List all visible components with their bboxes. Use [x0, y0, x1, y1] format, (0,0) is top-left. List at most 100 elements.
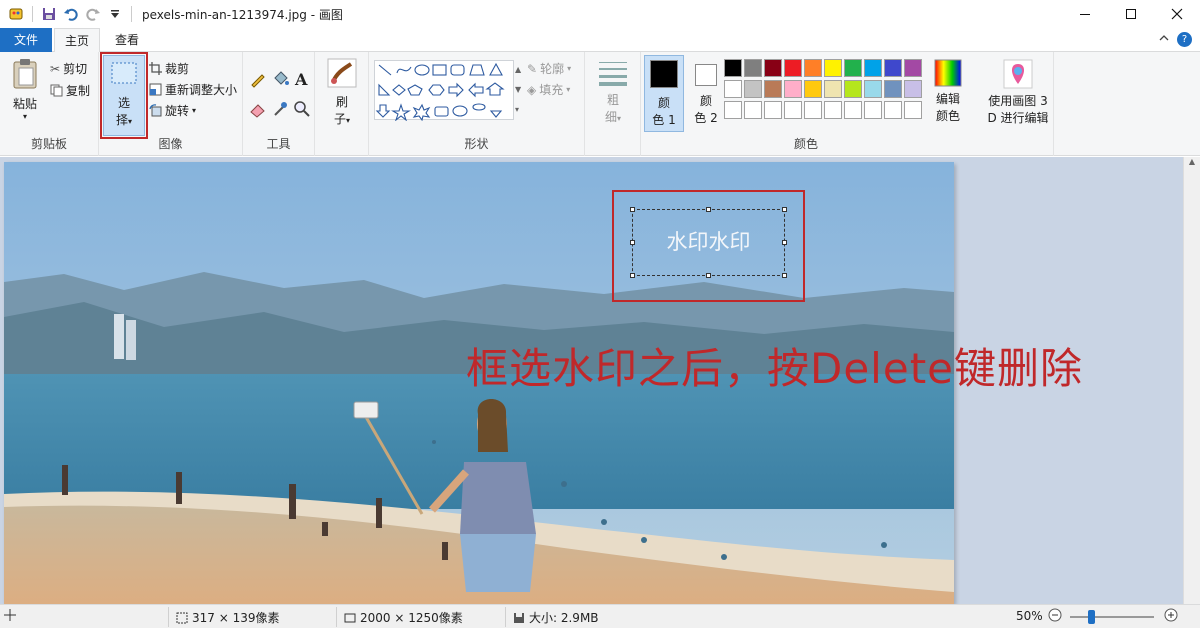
selection-handle[interactable]: [782, 240, 787, 245]
shapes-scroll[interactable]: ▲ ▼ ▾: [515, 60, 521, 120]
palette-swatch[interactable]: [724, 80, 742, 98]
cursor-position-icon: [4, 609, 16, 621]
fill-button[interactable]: ◈ 填充 ▾: [527, 81, 570, 98]
palette-swatch[interactable]: [904, 101, 922, 119]
text-tool-icon[interactable]: A: [295, 70, 307, 89]
close-icon[interactable]: [1154, 0, 1200, 28]
palette-swatch[interactable]: [904, 59, 922, 77]
magnifier-icon[interactable]: [293, 100, 311, 121]
palette-swatch[interactable]: [744, 101, 762, 119]
collapse-ribbon-icon[interactable]: [1158, 32, 1170, 47]
color-picker-icon[interactable]: [271, 100, 289, 121]
palette-swatch[interactable]: [764, 101, 782, 119]
selection-rectangle[interactable]: [632, 209, 785, 276]
chevron-down-icon: ▾: [22, 112, 27, 121]
palette-swatch[interactable]: [824, 101, 842, 119]
palette-swatch[interactable]: [884, 80, 902, 98]
scroll-up-icon[interactable]: ▲: [1184, 157, 1200, 166]
window-controls: [1062, 0, 1200, 28]
color1-button[interactable]: 颜 色 1: [644, 55, 684, 132]
chevron-down-icon: ▾: [128, 117, 133, 126]
color1-swatch: [650, 60, 678, 88]
brushes-label-row: 子▾: [325, 110, 359, 127]
crop-button[interactable]: 裁剪: [149, 60, 189, 77]
ribbon: 粘贴 ▾ ✂ 剪切 复制 剪贴板 选 择▾ 裁剪 重新调整大小 旋转 ▾ 图像 …: [0, 52, 1200, 156]
palette-swatch[interactable]: [804, 101, 822, 119]
palette-swatch[interactable]: [724, 59, 742, 77]
zoom-slider[interactable]: [1070, 616, 1154, 618]
resize-icon: [149, 83, 162, 96]
title-bar: pexels-min-an-1213974.jpg - 画图: [0, 0, 1200, 28]
image-group: 选 择▾ 裁剪 重新调整大小 旋转 ▾ 图像: [99, 52, 243, 156]
selection-handle[interactable]: [706, 273, 711, 278]
zoom-slider-thumb[interactable]: [1088, 610, 1095, 624]
resize-button[interactable]: 重新调整大小: [149, 81, 237, 98]
brushes-button[interactable]: 刷 子▾: [325, 58, 359, 127]
copy-button[interactable]: 复制: [50, 82, 90, 99]
palette-swatch[interactable]: [864, 80, 882, 98]
outline-button[interactable]: ✎ 轮廓 ▾: [527, 60, 571, 77]
selection-handle[interactable]: [630, 240, 635, 245]
palette-swatch[interactable]: [804, 59, 822, 77]
pencil-icon[interactable]: [249, 70, 267, 91]
zoom-in-icon[interactable]: [1164, 608, 1178, 622]
resize-label: 重新调整大小: [165, 83, 238, 97]
paint3d-button[interactable]: 使用画图 3 D 进行编辑: [981, 59, 1055, 126]
selection-handle[interactable]: [630, 207, 635, 212]
palette-swatch[interactable]: [864, 59, 882, 77]
select-rectangle-icon: [111, 62, 137, 84]
color2-button[interactable]: 颜 色 2: [686, 55, 726, 132]
palette-swatch[interactable]: [744, 80, 762, 98]
selection-handle[interactable]: [630, 273, 635, 278]
redo-icon[interactable]: [83, 4, 103, 24]
edit-colors-button[interactable]: 编辑 颜色: [931, 59, 965, 124]
window-title: pexels-min-an-1213974.jpg - 画图: [142, 7, 343, 22]
selection-handle[interactable]: [782, 273, 787, 278]
select-button[interactable]: 选 择▾: [103, 55, 145, 136]
size-button[interactable]: 粗 细▾: [595, 58, 631, 125]
palette-swatch[interactable]: [844, 59, 862, 77]
palette-swatch[interactable]: [904, 80, 922, 98]
selection-handle[interactable]: [782, 207, 787, 212]
palette-swatch[interactable]: [824, 59, 842, 77]
fill-bucket-icon[interactable]: [271, 70, 289, 91]
shapes-gallery[interactable]: [374, 60, 514, 122]
rotate-button[interactable]: 旋转 ▾: [149, 102, 196, 119]
palette-swatch[interactable]: [804, 80, 822, 98]
minimize-icon[interactable]: [1062, 0, 1108, 28]
palette-swatch[interactable]: [844, 101, 862, 119]
tab-view[interactable]: 查看: [104, 28, 150, 52]
maximize-icon[interactable]: [1108, 0, 1154, 28]
palette-swatch[interactable]: [824, 80, 842, 98]
palette-swatch[interactable]: [884, 101, 902, 119]
vertical-scrollbar[interactable]: ▲: [1183, 157, 1200, 604]
fill-icon: ◈: [527, 82, 537, 97]
undo-icon[interactable]: [61, 4, 81, 24]
help-icon[interactable]: ?: [1177, 32, 1192, 47]
palette-swatch[interactable]: [864, 101, 882, 119]
palette-swatch[interactable]: [764, 80, 782, 98]
eraser-icon[interactable]: [249, 100, 267, 121]
tab-file[interactable]: 文件: [0, 28, 52, 52]
paint-app-icon[interactable]: [6, 4, 26, 24]
palette-swatch[interactable]: [784, 59, 802, 77]
palette-swatch[interactable]: [784, 80, 802, 98]
selection-handle[interactable]: [706, 207, 711, 212]
palette-swatch[interactable]: [844, 80, 862, 98]
palette-swatch[interactable]: [744, 59, 762, 77]
select-label-row: 择▾: [104, 111, 144, 128]
palette-swatch[interactable]: [724, 101, 742, 119]
save-icon[interactable]: [39, 4, 59, 24]
tools-group-label: 工具: [266, 137, 291, 151]
cut-button[interactable]: ✂ 剪切: [50, 60, 87, 77]
palette-swatch[interactable]: [884, 59, 902, 77]
tab-home[interactable]: 主页: [54, 28, 100, 53]
selection-size-item: 317 × 139像素: [176, 609, 280, 626]
size-label-2: 细: [604, 110, 617, 124]
palette-swatch[interactable]: [784, 101, 802, 119]
shapes-group-label: 形状: [464, 137, 489, 151]
palette-swatch[interactable]: [764, 59, 782, 77]
customize-toolbar-icon[interactable]: [105, 4, 125, 24]
zoom-out-icon[interactable]: [1048, 608, 1062, 622]
paste-button[interactable]: 粘贴 ▾: [8, 58, 42, 121]
